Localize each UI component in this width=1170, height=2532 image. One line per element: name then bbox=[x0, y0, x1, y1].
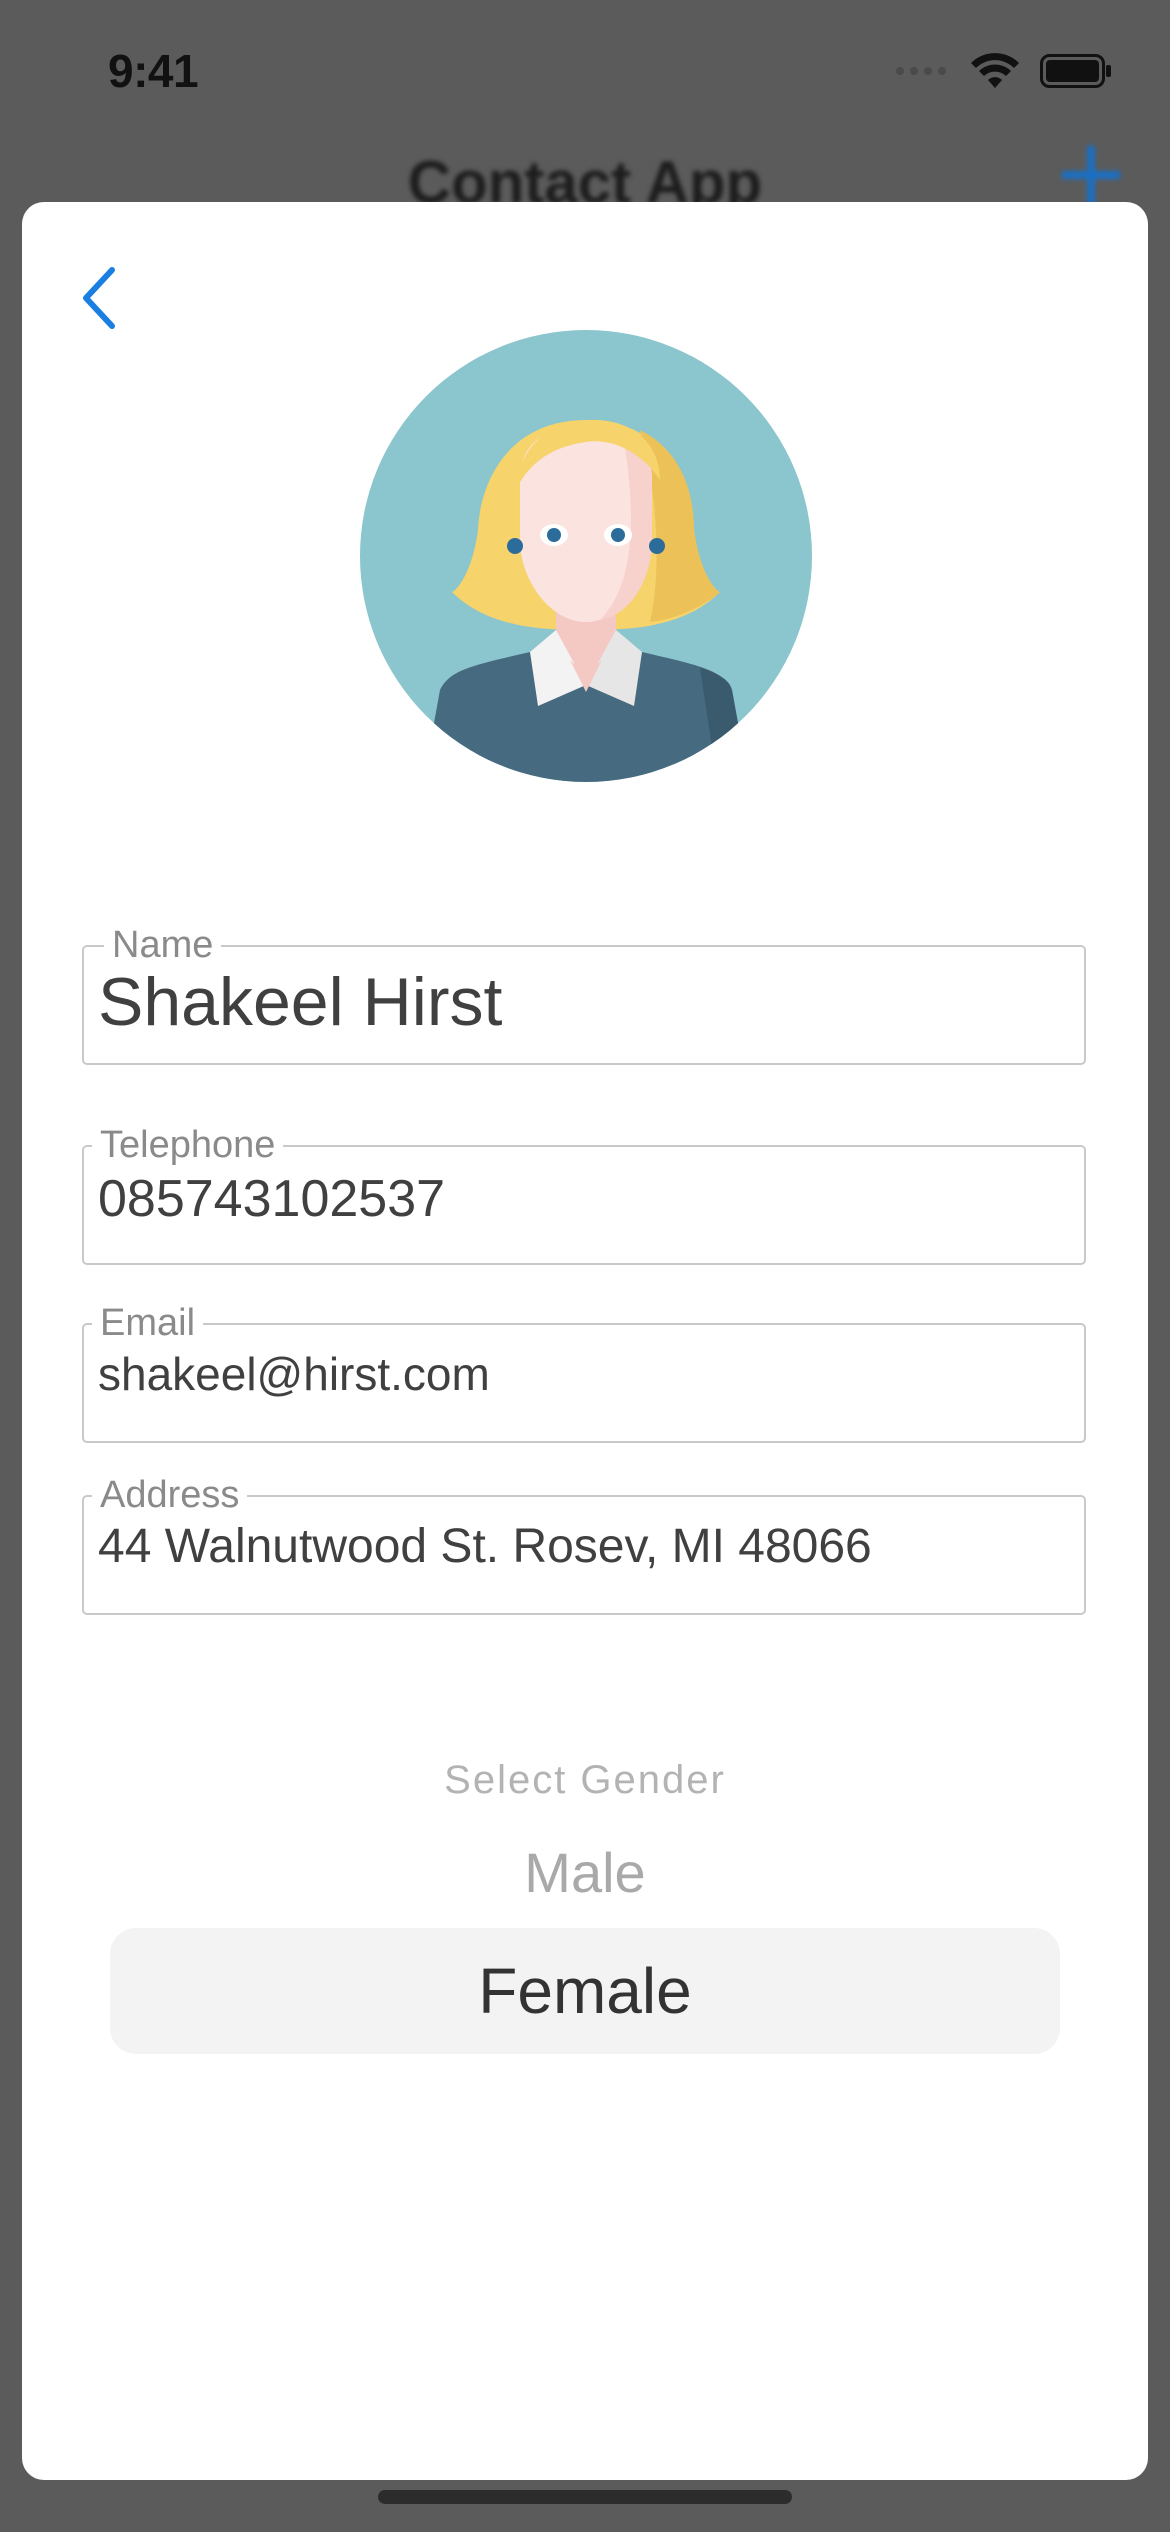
address-input[interactable] bbox=[98, 1519, 1058, 1574]
plus-icon bbox=[1056, 140, 1126, 210]
cellular-signal-icon bbox=[894, 64, 950, 83]
gender-picker-title: Select Gender bbox=[444, 1758, 726, 1802]
home-indicator bbox=[378, 2490, 792, 2504]
status-time: 9:41 bbox=[108, 45, 199, 97]
name-input[interactable] bbox=[98, 963, 1058, 1041]
email-input[interactable] bbox=[98, 1347, 1058, 1401]
email-field: Email bbox=[82, 1303, 1086, 1443]
status-icons bbox=[894, 52, 1112, 95]
telephone-field: Telephone bbox=[82, 1125, 1086, 1265]
address-label: Address bbox=[92, 1475, 248, 1515]
gender-option-female[interactable]: Female bbox=[110, 1928, 1060, 2054]
name-field: Name bbox=[82, 925, 1086, 1065]
back-button[interactable] bbox=[80, 260, 150, 340]
contact-detail-sheet: Name Telephone Email Address Select Gend… bbox=[22, 202, 1148, 2480]
address-field: Address bbox=[82, 1475, 1086, 1615]
gender-option-male[interactable]: Male bbox=[110, 1840, 1060, 1905]
female-avatar-icon bbox=[360, 330, 812, 782]
email-label: Email bbox=[92, 1303, 204, 1343]
telephone-label: Telephone bbox=[92, 1125, 284, 1165]
battery-icon bbox=[1040, 54, 1112, 93]
chevron-left-icon bbox=[80, 266, 120, 335]
wifi-icon bbox=[970, 52, 1020, 95]
telephone-input[interactable] bbox=[98, 1169, 1058, 1229]
avatar bbox=[360, 330, 812, 782]
name-label: Name bbox=[104, 925, 222, 965]
